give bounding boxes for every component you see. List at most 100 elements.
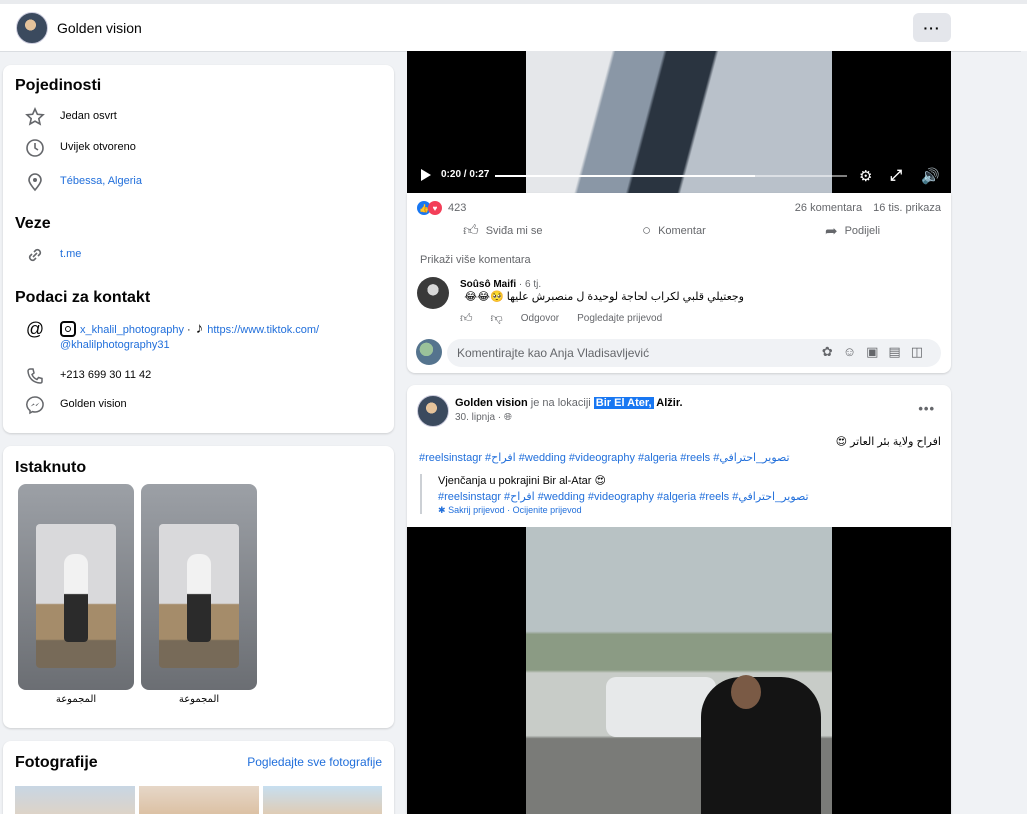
thumbs-up-icon: 👍︎: [463, 222, 479, 239]
post-text: افراح ولاية بئر العاتر 😍: [835, 436, 941, 448]
comment-like-icon[interactable]: 👍︎: [460, 311, 473, 326]
link-icon: [23, 243, 47, 267]
messenger-icon: [23, 393, 47, 417]
featured-item[interactable]: [141, 484, 257, 690]
rating-text[interactable]: Jedan osvrt: [60, 105, 117, 124]
photos-title: Fotografije: [15, 754, 98, 771]
like-button[interactable]: 👍︎ Sviđa mi se: [463, 222, 543, 240]
page-name[interactable]: Golden vision: [57, 20, 142, 36]
fullscreen-icon[interactable]: ⤢: [890, 167, 902, 184]
rate-translation-link[interactable]: Ocijenite prijevod: [513, 505, 582, 515]
reaction-count: 423: [448, 202, 467, 214]
star-icon: [23, 105, 47, 129]
post-date: 30. lipnja ·: [455, 412, 504, 423]
link-row: t.me: [23, 243, 81, 267]
comment-time[interactable]: · 6 tj.: [516, 279, 541, 290]
instagram-link[interactable]: x_khalil_photography: [80, 324, 184, 336]
translation-link-separator: ·: [504, 505, 513, 515]
social-separator: ·: [183, 324, 194, 336]
user-avatar: [416, 339, 442, 365]
gif-icon[interactable]: ▤: [888, 344, 910, 359]
show-more-comments[interactable]: Prikaži više komentara: [420, 254, 531, 266]
sticker-icon[interactable]: ◫: [911, 344, 933, 359]
video-progress-fill: [495, 175, 756, 177]
details-card: Pojedinosti Jedan osvrt Uvijek otvoreno …: [3, 65, 394, 433]
post-location-link[interactable]: Bir El Ater,: [593, 397, 654, 409]
translate-icon: ✱: [438, 505, 446, 515]
featured-item-label: المجموعة: [178, 694, 220, 705]
video-progress-bar[interactable]: [495, 175, 847, 177]
photo-thumbnail[interactable]: [15, 786, 135, 814]
see-translation-link[interactable]: Pogledajte prijevod: [577, 313, 662, 324]
phone-icon: [23, 364, 47, 388]
commenter-name[interactable]: Soûsô Maifi: [460, 279, 516, 290]
location-pin-icon: [23, 170, 47, 194]
comment-button[interactable]: ○ Komentar: [642, 222, 706, 239]
page-scrollbar[interactable]: [1021, 51, 1027, 814]
hide-translation-link[interactable]: Sakrij prijevod: [448, 505, 505, 515]
video-timecode: 0:20 / 0:27: [441, 169, 490, 180]
featured-thumbnail: [159, 524, 239, 668]
links-title: Veze: [15, 215, 51, 232]
location-prefix: je na lokaciji: [527, 397, 594, 409]
clock-icon: [23, 136, 47, 160]
hours-text: Uvijek otvoreno: [60, 141, 136, 153]
share-button[interactable]: ➦ Podijeli: [825, 222, 880, 240]
translation-block: Vjenčanja u pokrajini Bir al-Atar 😍 #ree…: [420, 474, 840, 516]
volume-icon[interactable]: 🔊: [921, 167, 940, 185]
phone-row: +213 699 30 11 42: [23, 364, 151, 388]
location-link[interactable]: Tébessa, Algeria: [60, 170, 142, 189]
comment-input[interactable]: Komentirajte kao Anja Vladisavljević ✿☺▣…: [447, 339, 941, 367]
tiktok-handle[interactable]: @khalilphotography31: [60, 339, 170, 351]
website-link[interactable]: t.me: [60, 243, 81, 262]
page-avatar[interactable]: [16, 12, 48, 44]
post-footer: 👍 ♥ 423 26 komentara 16 tis. prikaza 👍︎ S…: [407, 193, 951, 373]
post-video[interactable]: [407, 527, 951, 814]
comment-bubble-icon: ○: [642, 222, 652, 239]
avatar-sticker-icon[interactable]: ✿: [822, 344, 843, 359]
settings-icon[interactable]: ⚙: [859, 167, 872, 185]
reply-link[interactable]: Odgovor: [521, 313, 559, 324]
love-reaction-icon: ♥: [428, 201, 442, 215]
post-author-name[interactable]: Golden vision: [455, 397, 528, 409]
photo-thumbnail[interactable]: [139, 786, 259, 814]
featured-thumbnail: [36, 524, 116, 668]
video-player[interactable]: 0:20 / 0:27 ⚙ ⤢ 🔊: [407, 51, 951, 193]
post-author-avatar[interactable]: [417, 395, 449, 427]
comment-text: وجعتيلي قلبي لكراب لحاجة لوحيدة ل منصبرش…: [464, 291, 744, 303]
view-count: 16 tis. prikaza: [873, 202, 941, 214]
translation-hashtags[interactable]: #reelsinstagr #افراح #wedding #videograp…: [438, 490, 840, 503]
post-timestamp[interactable]: 30. lipnja · 🌐︎: [455, 412, 512, 423]
like-label: Sviđa mi se: [485, 225, 543, 237]
post-stats: 26 komentara 16 tis. prikaza: [795, 202, 941, 214]
tiktok-link[interactable]: https://www.tiktok.com/: [207, 324, 319, 336]
commenter-avatar[interactable]: [417, 277, 449, 309]
post-more-options-icon[interactable]: •••: [918, 401, 935, 416]
comment-header: Soûsô Maifi · 6 tj.: [460, 279, 541, 290]
video-scene-head: [731, 675, 761, 709]
featured-item-label: المجموعة: [55, 694, 97, 705]
featured-item[interactable]: [18, 484, 134, 690]
see-all-photos-link[interactable]: Pogledajte sve fotografije: [247, 755, 382, 769]
instagram-icon: [60, 321, 76, 337]
more-options-button[interactable]: ···: [913, 13, 951, 42]
comment-input-placeholder: Komentirajte kao Anja Vladisavljević: [457, 346, 650, 360]
tiktok-icon: ♪: [195, 320, 204, 337]
reactions-summary[interactable]: 👍 ♥ 423: [417, 201, 466, 215]
camera-icon[interactable]: ▣: [866, 344, 888, 359]
location-row: Tébessa, Algeria: [23, 170, 142, 194]
comment-dislike-icon[interactable]: 👎︎: [491, 311, 503, 326]
photo-thumbnail[interactable]: [263, 786, 382, 814]
video-scene-person: [701, 677, 821, 814]
post-country[interactable]: Alžir.: [654, 397, 682, 409]
video-scene-car: [606, 677, 716, 737]
play-icon[interactable]: [421, 169, 431, 181]
translation-links: ✱ Sakrij prijevod · Ocijenite prijevod: [438, 505, 840, 516]
messenger-name[interactable]: Golden vision: [60, 393, 127, 412]
post: Golden vision je na lokaciji Bir El Ater…: [407, 385, 951, 814]
emoji-icon[interactable]: ☺: [843, 344, 866, 359]
comment-count[interactable]: 26 komentara: [795, 202, 862, 214]
details-title: Pojedinosti: [15, 77, 102, 94]
post-header: Golden vision je na lokaciji Bir El Ater…: [455, 397, 683, 409]
post-hashtags[interactable]: #reelsinstagr #افراح #wedding #videograp…: [419, 451, 790, 464]
